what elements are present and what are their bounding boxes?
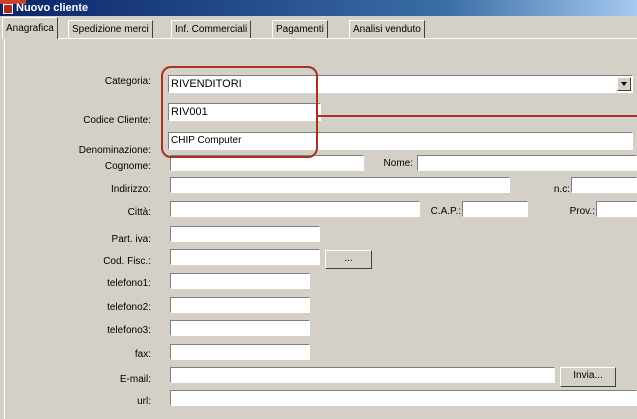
codice-fiscale-lookup-button[interactable]: ... bbox=[325, 250, 372, 269]
title-bar: Nuovo cliente bbox=[0, 0, 637, 16]
app-icon bbox=[3, 4, 13, 14]
tab-spedizione-merci[interactable]: Spedizione merci bbox=[68, 20, 153, 38]
email-field[interactable] bbox=[170, 367, 555, 383]
codice-cliente-label: Codice Cliente: bbox=[83, 115, 151, 126]
tab-anagrafica[interactable]: Anagrafica bbox=[2, 17, 58, 39]
citta-field[interactable] bbox=[170, 201, 420, 217]
codice-fiscale-field[interactable] bbox=[170, 249, 320, 265]
telefono3-field[interactable] bbox=[170, 320, 310, 336]
tab-strip: Anagrafica Spedizione merci Inf. Commerc… bbox=[0, 17, 637, 39]
window-title: Nuovo cliente bbox=[16, 2, 89, 14]
tab-analisi-venduto[interactable]: Analisi venduto bbox=[349, 20, 425, 38]
telefono1-label: telefono1: bbox=[107, 278, 151, 289]
nome-field[interactable] bbox=[417, 155, 637, 171]
telefono2-field[interactable] bbox=[170, 297, 310, 313]
fax-label: fax: bbox=[134, 349, 151, 360]
cap-label: C.A.P.: bbox=[430, 206, 461, 217]
tab-pagamenti[interactable]: Pagamenti bbox=[272, 20, 328, 38]
partita-iva-field[interactable] bbox=[170, 226, 320, 242]
denominazione-label: Denominazione: bbox=[78, 145, 151, 156]
callout-line bbox=[317, 115, 637, 117]
nc-label: n.c: bbox=[553, 184, 570, 195]
fax-field[interactable] bbox=[170, 344, 310, 360]
nome-label: Nome: bbox=[383, 158, 413, 169]
url-field[interactable] bbox=[170, 390, 637, 406]
telefono2-label: telefono2: bbox=[107, 302, 151, 313]
tab-inf-commerciali[interactable]: Inf. Commerciali bbox=[171, 20, 252, 38]
codice-fiscale-label: Cod. Fisc.: bbox=[103, 256, 151, 267]
categoria-label: Categoria: bbox=[104, 76, 151, 87]
indirizzo-label: Indirizzo: bbox=[110, 184, 151, 195]
url-label: url: bbox=[137, 396, 151, 407]
citta-label: Città: bbox=[127, 207, 151, 218]
cognome-label: Cognome: bbox=[104, 161, 151, 172]
telefono1-field[interactable] bbox=[170, 273, 310, 289]
nc-field[interactable] bbox=[571, 177, 637, 193]
prov-label: Prov.: bbox=[569, 206, 595, 217]
email-label: E-mail: bbox=[119, 374, 151, 385]
telefono3-label: telefono3: bbox=[107, 325, 151, 336]
chevron-down-icon[interactable] bbox=[617, 77, 631, 91]
partita-iva-label: Part. iva: bbox=[111, 234, 151, 245]
indirizzo-field[interactable] bbox=[170, 177, 510, 193]
highlight-box bbox=[161, 66, 318, 158]
cap-field[interactable] bbox=[462, 201, 528, 217]
prov-field[interactable] bbox=[596, 201, 637, 217]
form-panel bbox=[4, 38, 637, 419]
invia-button[interactable]: Invia... bbox=[560, 367, 616, 387]
